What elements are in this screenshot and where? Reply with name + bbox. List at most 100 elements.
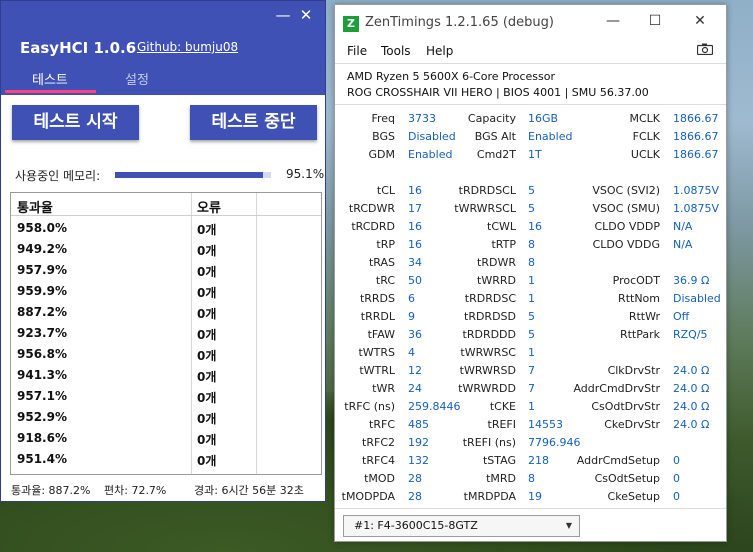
timing-value: 1 [528,292,535,305]
table-row[interactable]: 941.3% 0개 [11,365,321,386]
menu-help[interactable]: Help [426,44,453,58]
timing-label: tWRRD [477,274,516,287]
footer-divider [335,508,726,509]
timing-label: tMOD [364,472,395,485]
timing-value: Disabled [673,292,721,305]
timing-label: AddrCmdSetup [576,454,660,467]
pass-rate-cell: 957.1% [17,389,67,403]
timing-value: 24.0 Ω [673,364,710,377]
timing-value: 7796.946 [528,436,581,449]
table-row[interactable]: 957.9% 0개 [11,260,321,281]
timing-label: tWRWRSCL [454,202,516,215]
table-row[interactable]: 887.2% 0개 [11,302,321,323]
start-test-button[interactable]: 테스트 시작 [12,105,139,140]
timing-value: Enabled [408,148,453,161]
minimize-button[interactable]: — [598,13,628,29]
timing-value: 192 [408,436,429,449]
minimize-button[interactable]: — [272,5,294,25]
timing-value: 12 [408,364,422,377]
errors-cell: 0개 [197,433,217,447]
table-row[interactable]: 958.0% 0개 [11,218,321,239]
zentimings-app-icon: Z [343,16,359,32]
column-header-pass-rate[interactable]: 통과율 [17,197,53,216]
table-row[interactable]: 957.1% 0개 [11,386,321,407]
menu-file[interactable]: File [347,44,367,58]
table-row[interactable]: 959.9% 0개 [11,281,321,302]
timing-label: RttPark [619,328,660,341]
timing-label: tREFI [487,418,516,431]
timing-label: CsOdtDrvStr [591,400,660,413]
timing-label: BGS Alt [474,130,516,143]
timing-label: tRDRDDD [462,328,516,341]
timing-value: 132 [408,454,429,467]
timing-value: 1866.67 [673,148,719,161]
close-button[interactable]: ✕ [685,13,715,29]
github-link[interactable]: Github: bumju08 [137,40,238,54]
stop-test-button[interactable]: 테스트 중단 [190,105,317,140]
timing-label: tRFC4 [362,454,395,467]
timing-value: 14553 [528,418,563,431]
timing-value: 8 [528,472,535,485]
timing-label: UCLK [630,148,660,161]
pass-rate-cell: 918.6% [17,431,67,445]
tab-test[interactable]: 테스트 [32,69,68,88]
timing-value: 1 [528,274,535,287]
timing-label: tCKE [489,400,516,413]
table-row[interactable]: 923.7% 0개 [11,323,321,344]
timing-value: 16 [408,184,422,197]
errors-cell: 0개 [197,391,217,405]
timing-value: 0 [673,490,680,503]
menu-divider [335,63,726,64]
table-row[interactable]: 918.6% 0개 [11,428,321,449]
timing-label: RttWr [628,310,660,323]
errors-cell: 0개 [197,244,217,258]
timing-label: tMRDPDA [463,490,516,503]
timing-label: tWRWRSD [459,364,516,377]
timing-label: tRRDL [360,310,395,323]
timing-label: VSOC (SMU) [592,202,660,215]
errors-cell: 0개 [197,307,217,321]
board-info: ROG CROSSHAIR VII HERO | BIOS 4001 | SMU… [347,86,649,99]
close-button[interactable]: ✕ [295,5,317,25]
timing-value: 7 [528,382,535,395]
timing-value: 50 [408,274,422,287]
timing-value: 218 [528,454,549,467]
column-header-errors[interactable]: 오류 [197,197,221,216]
maximize-button[interactable]: ☐ [640,13,670,29]
results-table[interactable]: 통과율 오류 958.0% 0개 949.2% 0개 957.9% 0개 959.9% 0개 8… [10,192,322,475]
errors-cell: 0개 [197,454,217,468]
pass-rate-cell: 887.2% [17,305,67,319]
timing-value: 4 [408,346,415,359]
table-row[interactable]: 949.2% 0개 [11,239,321,260]
errors-cell: 0개 [197,286,217,300]
timing-value: 28 [408,472,422,485]
info-divider [335,104,726,105]
tab-settings[interactable]: 설정 [125,69,149,88]
timing-value: 485 [408,418,429,431]
memory-usage-label: 사용중인 메모리: [15,169,101,183]
timing-value: 5 [528,310,535,323]
timing-value: 1.0875V [673,202,720,215]
timing-value: 1 [528,400,535,413]
zentimings-window: Z ZenTimings 1.2.1.65 (debug) — ☐ ✕ File… [334,4,727,542]
timing-label: FCLK [632,130,660,143]
timing-label: RttNom [618,292,660,305]
table-row[interactable]: 956.8% 0개 [11,344,321,365]
timing-value: 0 [673,454,680,467]
errors-cell: 0개 [197,412,217,426]
table-row[interactable]: 951.4% 0개 [11,449,321,470]
timing-value: 16 [408,238,422,251]
pass-rate-cell: 956.8% [17,347,67,361]
errors-cell: 0개 [197,370,217,384]
memory-module-select[interactable]: #1: F4-3600C15-8GTZ ▼ [343,515,580,537]
timing-value: 8 [528,256,535,269]
header-divider [11,215,321,216]
camera-icon[interactable] [697,43,713,55]
timing-label: CkeDrvStr [604,418,660,431]
menu-tools[interactable]: Tools [381,44,411,58]
timing-label: MCLK [629,112,660,125]
timing-label: tRRDS [359,292,395,305]
pass-rate-cell: 923.7% [17,326,67,340]
table-row[interactable]: 952.9% 0개 [11,407,321,428]
timing-label: tSTAG [482,454,516,467]
